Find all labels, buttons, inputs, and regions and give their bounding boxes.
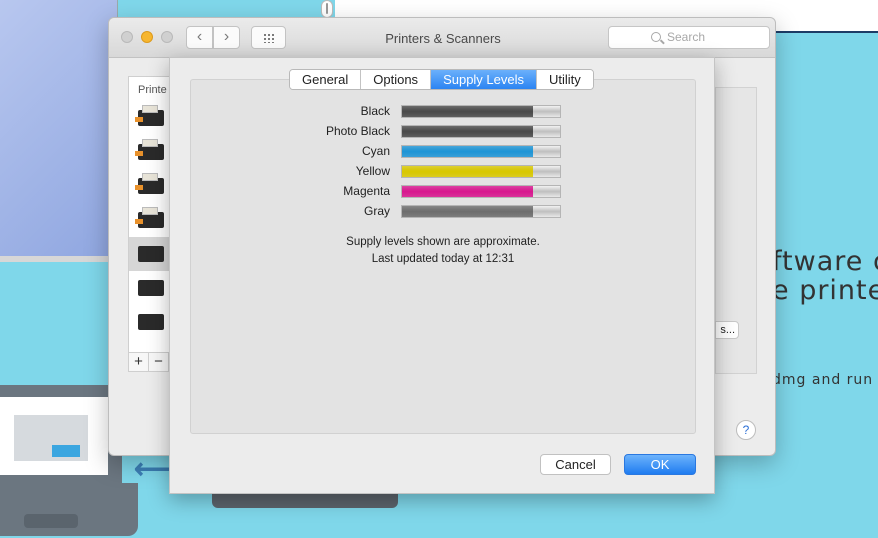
supply-level-fill — [402, 146, 534, 157]
background-scrollbar — [321, 0, 333, 18]
supply-level-fill — [402, 106, 534, 117]
background-window — [0, 0, 118, 262]
supply-level-bar — [401, 105, 561, 118]
printer-icon — [138, 246, 164, 262]
supply-row-yellow: Yellow — [320, 164, 562, 179]
supply-row-cyan: Cyan — [320, 144, 562, 159]
background-text-line2: e printe — [772, 275, 878, 306]
printer-icon — [135, 139, 164, 160]
tab-supply-levels[interactable]: Supply Levels — [431, 70, 538, 89]
supply-label: Yellow — [355, 164, 390, 178]
printer-icon — [135, 207, 164, 228]
printer-list-header: Printe — [138, 84, 167, 96]
laptop-screen-button — [52, 445, 80, 457]
cancel-button[interactable]: Cancel — [540, 454, 611, 475]
search-icon — [651, 32, 661, 42]
printer-list-item-selected[interactable] — [129, 237, 169, 271]
tab-options[interactable]: Options — [361, 70, 432, 89]
search-field[interactable]: Search — [608, 26, 770, 49]
printer-list-item[interactable] — [129, 135, 169, 169]
remove-printer-button[interactable]: − — [149, 353, 169, 371]
printer-list-item[interactable] — [129, 101, 169, 135]
supply-label: Gray — [363, 204, 390, 218]
supply-row-magenta: Magenta — [320, 184, 562, 199]
printer-icon — [138, 280, 164, 296]
help-button[interactable]: ? — [736, 420, 756, 440]
laptop-illustration — [0, 385, 122, 483]
supply-label: Cyan — [361, 144, 390, 158]
printer-list-item[interactable] — [129, 305, 169, 339]
search-placeholder: Search — [667, 30, 706, 44]
background-text-line3: dmg and run — [772, 372, 874, 388]
laptop-trackpad — [24, 514, 78, 528]
add-printer-button[interactable]: + — [129, 353, 149, 371]
printer-list[interactable]: Printe — [128, 76, 170, 372]
sheet-tab-bar: General Options Supply Levels Utility — [289, 69, 594, 90]
options-supplies-button[interactable]: s... — [715, 321, 739, 339]
supply-row-black: Black — [320, 104, 562, 119]
printer-options-sheet: General Options Supply Levels Utility Bl… — [169, 57, 715, 494]
printer-icon — [135, 173, 164, 194]
supply-level-bar — [401, 185, 561, 198]
supply-label: Photo Black — [325, 124, 390, 138]
window-titlebar: ‹ › Printers & Scanners Search — [109, 18, 775, 58]
printer-list-controls: + − — [128, 352, 170, 372]
supply-level-bar — [401, 205, 561, 218]
printer-list-item[interactable] — [129, 203, 169, 237]
supply-label: Black — [360, 104, 390, 118]
supply-row-photo-black: Photo Black — [320, 124, 562, 139]
printer-list-item[interactable] — [129, 169, 169, 203]
ok-button[interactable]: OK — [624, 454, 696, 475]
supply-note-approximate: Supply levels shown are approximate. — [346, 236, 540, 248]
printer-list-item[interactable] — [129, 271, 169, 305]
supply-level-bar — [401, 165, 561, 178]
background-text-line1: ftware c — [772, 246, 878, 277]
laptop-base — [0, 483, 138, 536]
supply-level-fill — [402, 206, 534, 217]
tab-general[interactable]: General — [290, 70, 362, 89]
supply-level-fill — [402, 126, 534, 137]
supply-row-gray: Gray — [320, 204, 562, 219]
supply-level-fill — [402, 166, 534, 177]
printer-icon — [138, 314, 164, 330]
supply-level-bar — [401, 145, 561, 158]
supply-label: Magenta — [343, 184, 390, 198]
supply-level-bar — [401, 125, 561, 138]
tab-utility[interactable]: Utility — [537, 70, 593, 89]
supply-last-updated: Last updated today at 12:31 — [371, 253, 515, 265]
printer-icon — [135, 105, 164, 126]
supply-level-fill — [402, 186, 534, 197]
